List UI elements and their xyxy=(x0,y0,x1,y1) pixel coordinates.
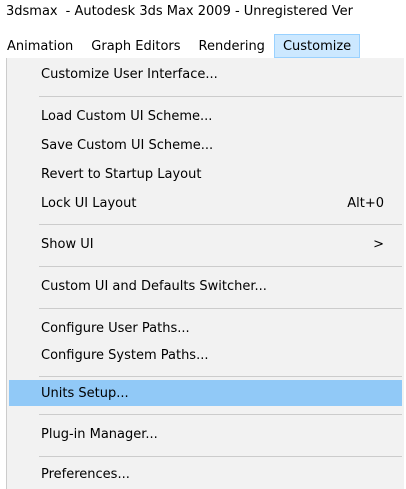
menu-item-label: Units Setup... xyxy=(41,385,129,401)
menu-item-label: Show UI xyxy=(41,236,94,252)
menu-item-save-custom-ui-scheme[interactable]: Save Custom UI Scheme... xyxy=(9,133,402,157)
menu-item-lock-ui-layout[interactable]: Lock UI Layout Alt+0 xyxy=(9,191,402,215)
menu-animation[interactable]: Animation xyxy=(0,34,82,58)
menu-item-load-custom-ui-scheme[interactable]: Load Custom UI Scheme... xyxy=(9,104,402,128)
menu-rendering[interactable]: Rendering xyxy=(190,34,274,58)
menu-customize[interactable]: Customize xyxy=(273,34,361,58)
menu-item-label: Preferences... xyxy=(41,466,130,482)
menu-item-units-setup[interactable]: Units Setup... xyxy=(9,380,402,406)
window-title: - Autodesk 3ds Max 2009 - Unregistered V… xyxy=(65,3,354,19)
menu-rendering-label: Rendering xyxy=(198,38,265,54)
menu-item-label: Custom UI and Defaults Switcher... xyxy=(41,278,267,294)
chevron-right-icon: > xyxy=(373,236,384,252)
menu-bar: Animation Graph Editors Rendering Custom… xyxy=(0,34,406,58)
menu-item-custom-ui-defaults-switcher[interactable]: Custom UI and Defaults Switcher... xyxy=(9,274,402,298)
menu-separator xyxy=(39,224,402,225)
shortcut-label: Alt+0 xyxy=(347,195,384,211)
customize-dropdown-menu: Customize User Interface... Load Custom … xyxy=(6,58,404,489)
menu-item-label: Plug-in Manager... xyxy=(41,426,158,442)
menu-animation-label: Animation xyxy=(7,38,74,54)
menu-item-label: Load Custom UI Scheme... xyxy=(41,108,213,124)
menu-separator xyxy=(39,456,402,457)
menu-item-label: Lock UI Layout xyxy=(41,195,137,211)
menu-item-label: Configure User Paths... xyxy=(41,320,190,336)
menu-item-preferences[interactable]: Preferences... xyxy=(9,462,402,486)
menu-item-label: Save Custom UI Scheme... xyxy=(41,137,214,153)
app-name: 3dsmax xyxy=(6,3,58,19)
menu-customize-label: Customize xyxy=(282,38,352,54)
menu-separator xyxy=(39,414,402,415)
menu-item-show-ui[interactable]: Show UI > xyxy=(9,232,402,256)
menu-item-customize-user-interface[interactable]: Customize User Interface... xyxy=(9,62,402,86)
menu-separator xyxy=(39,308,402,309)
menu-item-label: Revert to Startup Layout xyxy=(41,166,202,182)
menu-graph-editors[interactable]: Graph Editors xyxy=(82,34,189,58)
menu-item-label: Configure System Paths... xyxy=(41,347,209,363)
menu-graph-editors-label: Graph Editors xyxy=(91,38,181,54)
menu-item-plug-in-manager[interactable]: Plug-in Manager... xyxy=(9,422,402,446)
menu-item-configure-user-paths[interactable]: Configure User Paths... xyxy=(9,316,402,340)
menu-separator xyxy=(39,266,402,267)
menu-item-configure-system-paths[interactable]: Configure System Paths... xyxy=(9,343,402,367)
menu-item-revert-to-startup-layout[interactable]: Revert to Startup Layout xyxy=(9,162,402,186)
menu-item-label: Customize User Interface... xyxy=(41,66,218,82)
title-bar: 3dsmax - Autodesk 3ds Max 2009 - Unregis… xyxy=(0,0,406,22)
menu-separator xyxy=(39,376,402,377)
menu-separator xyxy=(39,96,402,97)
